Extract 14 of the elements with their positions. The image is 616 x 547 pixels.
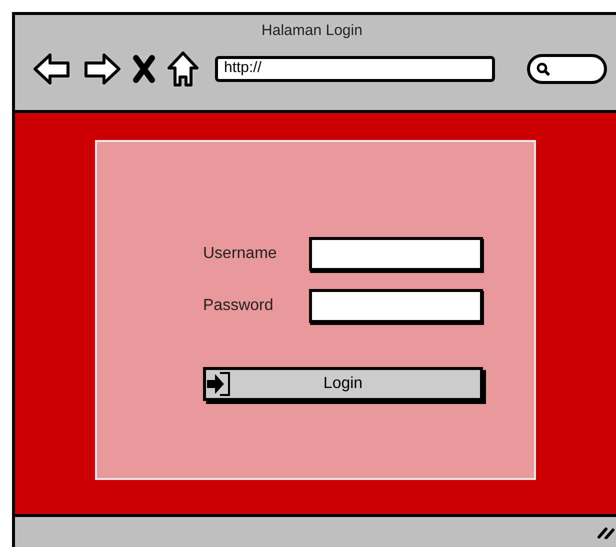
input-field[interactable]	[309, 289, 483, 323]
sign-in-icon	[206, 371, 232, 397]
forward-icon[interactable]	[83, 52, 121, 86]
search-field[interactable]	[527, 54, 607, 84]
close-icon[interactable]	[133, 54, 155, 82]
input-field[interactable]	[309, 237, 483, 271]
address-field[interactable]: http://	[215, 56, 495, 82]
login-button[interactable]: Login	[203, 367, 483, 401]
window-title: Halaman Login	[260, 21, 364, 41]
field-label: Username	[203, 244, 278, 264]
field-label: Password	[203, 296, 274, 316]
home-icon[interactable]	[167, 50, 199, 86]
back-icon[interactable]	[33, 52, 71, 86]
search-icon	[536, 62, 550, 76]
